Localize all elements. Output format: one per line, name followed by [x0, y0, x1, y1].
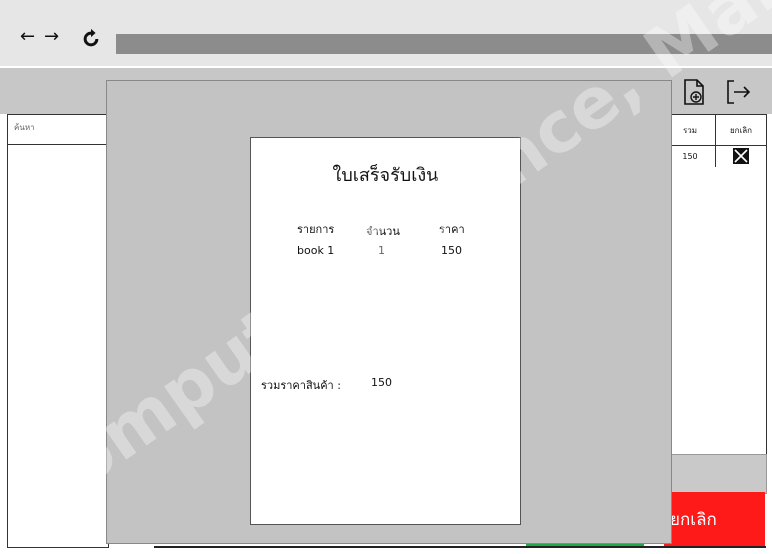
- receipt-item-qty: 1: [378, 244, 385, 257]
- logout-icon[interactable]: [724, 78, 752, 106]
- search-input[interactable]: ค้นหา: [8, 115, 108, 145]
- cell-total: 150: [682, 151, 698, 161]
- receipt-item-price: 150: [441, 244, 462, 257]
- header-price: ราคา: [439, 223, 465, 236]
- arrow-right-icon[interactable]: →: [44, 26, 59, 47]
- total-label: รวมราคาสินค้า :: [261, 379, 341, 392]
- column-header-cancel: ยกเลิก: [716, 115, 766, 146]
- reload-icon[interactable]: [80, 28, 102, 50]
- receipt-item-name: book 1: [297, 244, 335, 257]
- search-panel: ค้นหา: [7, 114, 109, 548]
- header-item: รายการ: [297, 223, 335, 236]
- header-qty: จำนวน: [366, 225, 400, 238]
- column-header-total: รวม: [665, 115, 715, 146]
- address-bar[interactable]: [116, 34, 772, 54]
- cart-table: รวม ยกเลิก 150: [664, 114, 767, 456]
- arrow-left-icon[interactable]: ←: [20, 26, 35, 47]
- app-window: ค้นหา รวม ยกเลิก 150 ยกเลิก ใบเสร็จรับเง…: [0, 66, 772, 554]
- document-plus-icon[interactable]: [680, 78, 708, 106]
- summary-panel: [664, 454, 767, 494]
- receipt-card: ใบเสร็จรับเงิน รายการ จำนวน ราคา book 1 …: [250, 137, 521, 525]
- receipt-modal: ใบเสร็จรับเงิน รายการ จำนวน ราคา book 1 …: [106, 80, 672, 544]
- cancel-button[interactable]: ยกเลิก: [664, 492, 765, 546]
- divider: [154, 546, 766, 548]
- browser-toolbar: ← →: [0, 0, 772, 66]
- remove-x-icon: [733, 148, 749, 164]
- receipt-title: ใบเสร็จรับเงิน: [332, 165, 439, 186]
- remove-item-button[interactable]: [716, 145, 766, 167]
- total-value: 150: [371, 376, 392, 389]
